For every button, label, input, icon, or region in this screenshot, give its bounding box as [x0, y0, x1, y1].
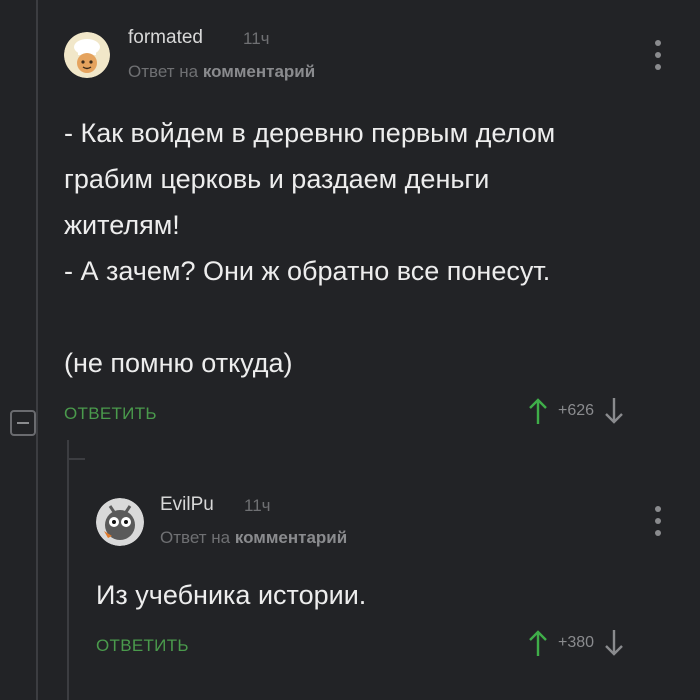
- arrow-down-icon[interactable]: [604, 396, 624, 426]
- kebab-menu-icon[interactable]: [655, 506, 661, 536]
- kebab-menu-icon[interactable]: [655, 40, 661, 70]
- comment-time: 11ч: [244, 496, 271, 515]
- arrow-up-icon[interactable]: [528, 628, 548, 658]
- comment-line: жителям!: [64, 210, 180, 240]
- avatar-chef-icon: [64, 32, 110, 78]
- reply-to-prefix: Ответ на: [160, 528, 231, 547]
- vote-controls: +380: [528, 628, 624, 658]
- avatar[interactable]: [96, 498, 144, 546]
- comment-line: грабим церковь и раздаем деньги: [64, 164, 490, 194]
- reply-to-prefix: Ответ на: [128, 62, 199, 81]
- comment-line: - Как войдем в деревню первым делом: [64, 118, 556, 148]
- comment-line: (не помню откуда): [64, 348, 293, 378]
- comment-reply: EvilPu 11ч Ответ на комментарий Из учебн…: [0, 440, 700, 700]
- reply-button[interactable]: ОТВЕТИТЬ: [64, 404, 157, 424]
- vote-score: +626: [558, 402, 595, 419]
- comment-author[interactable]: formated: [128, 27, 203, 49]
- comment: formated 11ч Ответ на комментарий - Как …: [0, 0, 700, 440]
- comment-line: Из учебника истории.: [96, 580, 367, 610]
- reply-to-link[interactable]: Ответ на комментарий: [128, 62, 315, 82]
- reply-to-link[interactable]: Ответ на комментарий: [160, 528, 347, 548]
- reply-to-target[interactable]: комментарий: [235, 528, 347, 547]
- reply-button[interactable]: ОТВЕТИТЬ: [96, 636, 189, 656]
- comment-line: - А зачем? Они ж обратно все понесут.: [64, 256, 551, 286]
- avatar-cartoon-icon: [96, 498, 144, 546]
- comment-author[interactable]: EvilPu: [160, 494, 214, 516]
- vote-controls: +626: [528, 396, 624, 426]
- vote-score: +380: [558, 634, 595, 651]
- comment-time: 11ч: [243, 29, 270, 48]
- avatar[interactable]: [64, 32, 110, 78]
- arrow-up-icon[interactable]: [528, 396, 548, 426]
- arrow-down-icon[interactable]: [604, 628, 624, 658]
- reply-to-target[interactable]: комментарий: [203, 62, 315, 81]
